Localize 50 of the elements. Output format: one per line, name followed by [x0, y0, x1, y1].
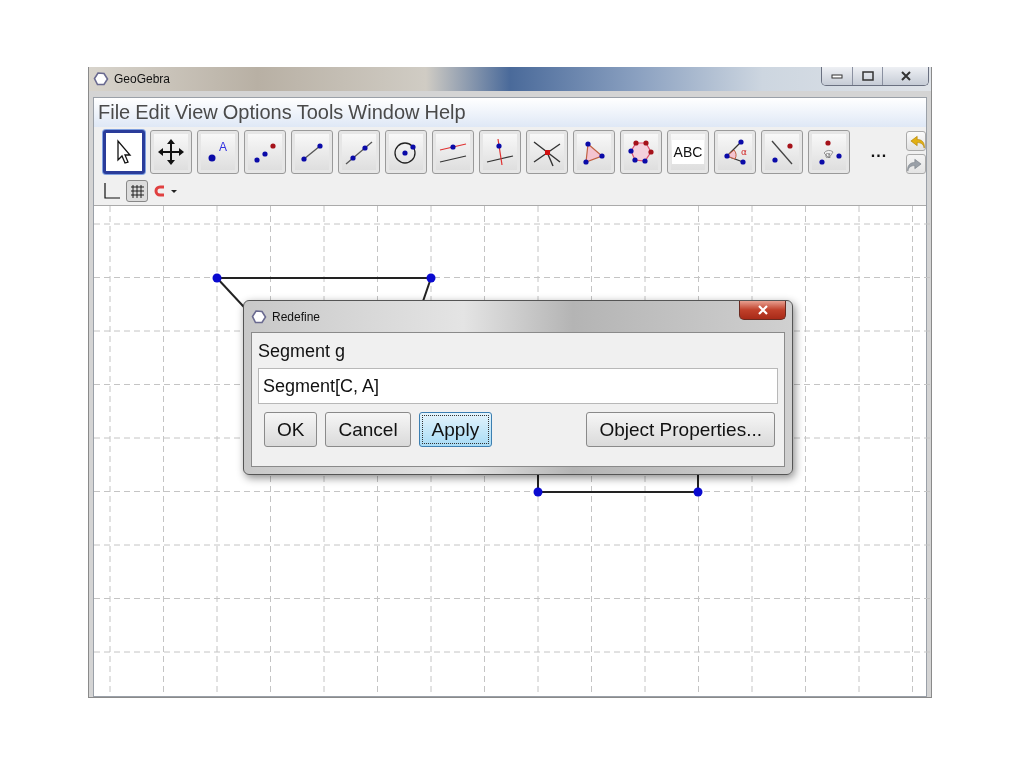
grid-toggle-button[interactable]: [126, 180, 148, 202]
point: [693, 487, 703, 497]
window-title: GeoGebra: [114, 72, 171, 86]
menu-item[interactable]: Help: [424, 101, 471, 124]
close-icon: [756, 305, 769, 315]
close-button[interactable]: [882, 67, 928, 85]
menu-item[interactable]: File: [98, 101, 136, 124]
app-logo-icon: [93, 71, 109, 87]
circle-tool-button[interactable]: [385, 130, 427, 174]
menu-item[interactable]: Options: [222, 101, 297, 124]
minimize-icon: [831, 73, 843, 79]
point: [533, 487, 543, 497]
app-logo-icon: [251, 308, 267, 325]
point-tool-button[interactable]: A: [197, 130, 239, 174]
parallel-tool-button[interactable]: [432, 130, 474, 174]
point: [426, 273, 436, 283]
maximize-button[interactable]: [852, 67, 882, 85]
properties-button[interactable]: Object Properties...: [586, 412, 775, 447]
ok-button[interactable]: OK: [264, 412, 318, 447]
maximize-icon: [861, 71, 874, 81]
perpendicular-tool-button[interactable]: [479, 130, 521, 174]
reflect-tool-button[interactable]: [761, 130, 803, 174]
more-tools-button[interactable]: ...: [868, 143, 890, 161]
menu-item[interactable]: View: [174, 101, 223, 124]
angle-tool-button[interactable]: α: [714, 130, 756, 174]
polygon-tool-button[interactable]: [573, 130, 615, 174]
apply-button[interactable]: Apply: [418, 412, 493, 447]
line-tool-button[interactable]: [338, 130, 380, 174]
cancel-button[interactable]: Cancel: [325, 412, 411, 447]
menu-item[interactable]: Window: [348, 101, 425, 124]
intersect-tool-button[interactable]: [526, 130, 568, 174]
point: [212, 273, 222, 283]
pan-tool-button[interactable]: [150, 130, 192, 174]
axes-icon: [102, 182, 120, 200]
object-label: Segment g: [258, 340, 347, 362]
pointer-tool-button[interactable]: [103, 130, 145, 174]
menu-item[interactable]: Tools: [296, 101, 349, 124]
points-tool-button[interactable]: [244, 130, 286, 174]
segment-tool-button[interactable]: [291, 130, 333, 174]
perpendicular-tool-icon: [484, 136, 516, 168]
text-tool-button[interactable]: ABC: [667, 130, 709, 174]
menu-item[interactable]: Edit: [135, 101, 175, 124]
minimize-button[interactable]: [822, 67, 852, 85]
dialog-title: Redefine: [272, 309, 321, 324]
pentagon-tool-button[interactable]: [620, 130, 662, 174]
grid-icon: [129, 183, 145, 199]
magnet-icon: [154, 184, 178, 198]
close-icon: [899, 71, 912, 81]
definition-input-field[interactable]: Segment[C, A]: [258, 368, 778, 404]
close-button[interactable]: [739, 301, 786, 320]
